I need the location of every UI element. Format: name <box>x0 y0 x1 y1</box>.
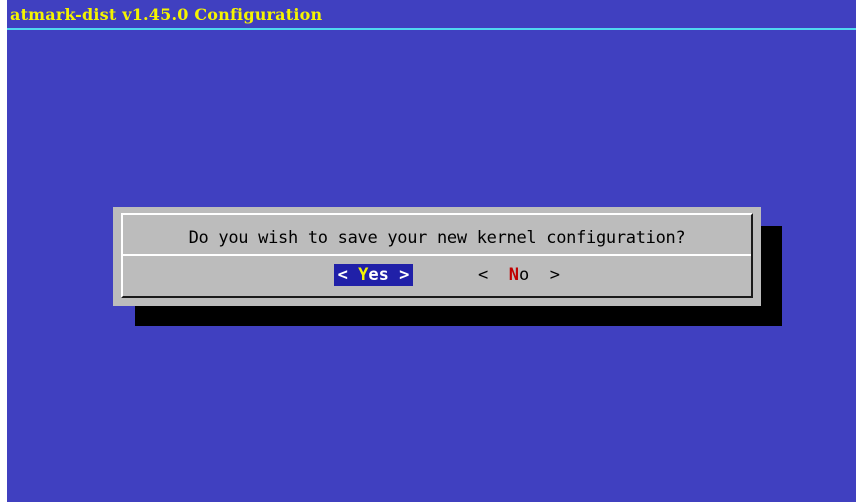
yes-right-bracket: > <box>399 265 410 285</box>
yes-button[interactable]: < Yes > <box>334 264 413 286</box>
terminal-screen: atmark-dist v1.45.0 Configuration Do you… <box>7 0 856 502</box>
yes-label-rest: es <box>368 265 389 285</box>
yes-hotkey: Y <box>358 265 369 285</box>
yes-left-bracket: < <box>337 265 348 285</box>
dialog-prompt: Do you wish to save your new kernel conf… <box>188 228 686 248</box>
dialog-divider <box>123 254 751 256</box>
save-config-dialog: Do you wish to save your new kernel conf… <box>113 207 761 306</box>
title-bar: atmark-dist v1.45.0 Configuration <box>7 0 856 30</box>
no-label-rest: o <box>519 265 530 285</box>
no-right-bracket: > <box>549 265 560 285</box>
no-hotkey: N <box>508 265 519 285</box>
no-button[interactable]: < No > <box>469 264 569 286</box>
title-divider <box>7 28 856 30</box>
page-title: atmark-dist v1.45.0 Configuration <box>10 5 323 24</box>
no-left-bracket: < <box>478 265 489 285</box>
